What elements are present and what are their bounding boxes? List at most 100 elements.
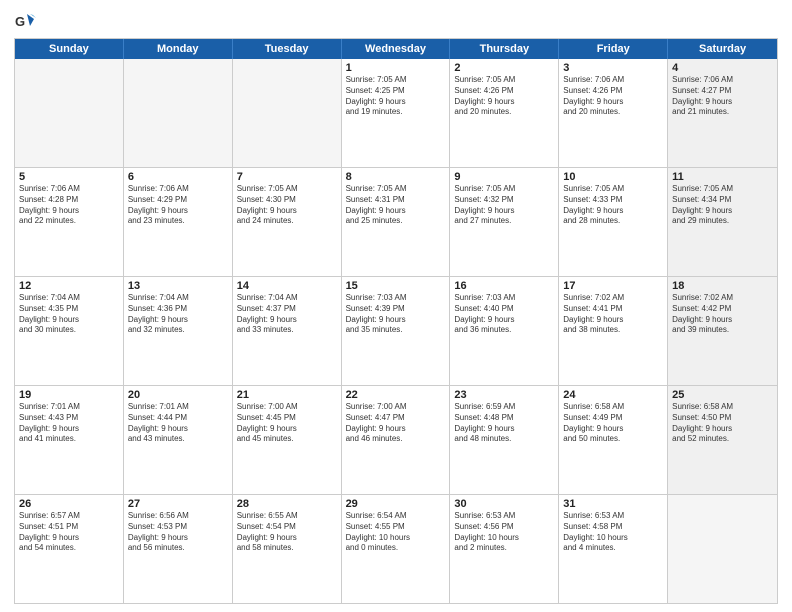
page-header: G (14, 10, 778, 32)
calendar-cell-26: 26Sunrise: 6:57 AM Sunset: 4:51 PM Dayli… (15, 495, 124, 603)
cell-info-text: Sunrise: 7:04 AM Sunset: 4:35 PM Dayligh… (19, 293, 119, 336)
cell-info-text: Sunrise: 7:05 AM Sunset: 4:25 PM Dayligh… (346, 75, 446, 118)
calendar-cell-22: 22Sunrise: 7:00 AM Sunset: 4:47 PM Dayli… (342, 386, 451, 494)
day-number: 18 (672, 280, 773, 292)
day-number: 10 (563, 171, 663, 183)
day-number: 22 (346, 389, 446, 401)
day-number: 8 (346, 171, 446, 183)
cell-info-text: Sunrise: 7:06 AM Sunset: 4:27 PM Dayligh… (672, 75, 773, 118)
cell-info-text: Sunrise: 7:02 AM Sunset: 4:42 PM Dayligh… (672, 293, 773, 336)
cell-info-text: Sunrise: 7:05 AM Sunset: 4:30 PM Dayligh… (237, 184, 337, 227)
cell-info-text: Sunrise: 7:03 AM Sunset: 4:40 PM Dayligh… (454, 293, 554, 336)
calendar-cell-29: 29Sunrise: 6:54 AM Sunset: 4:55 PM Dayli… (342, 495, 451, 603)
calendar-cell-3: 3Sunrise: 7:06 AM Sunset: 4:26 PM Daylig… (559, 59, 668, 167)
calendar-cell-empty-4-6 (668, 495, 777, 603)
day-number: 23 (454, 389, 554, 401)
cell-info-text: Sunrise: 6:54 AM Sunset: 4:55 PM Dayligh… (346, 511, 446, 554)
calendar-cell-4: 4Sunrise: 7:06 AM Sunset: 4:27 PM Daylig… (668, 59, 777, 167)
calendar-cell-12: 12Sunrise: 7:04 AM Sunset: 4:35 PM Dayli… (15, 277, 124, 385)
cell-info-text: Sunrise: 6:56 AM Sunset: 4:53 PM Dayligh… (128, 511, 228, 554)
calendar-cell-23: 23Sunrise: 6:59 AM Sunset: 4:48 PM Dayli… (450, 386, 559, 494)
cell-info-text: Sunrise: 7:05 AM Sunset: 4:33 PM Dayligh… (563, 184, 663, 227)
cell-info-text: Sunrise: 7:04 AM Sunset: 4:37 PM Dayligh… (237, 293, 337, 336)
day-number: 12 (19, 280, 119, 292)
day-number: 29 (346, 498, 446, 510)
day-number: 2 (454, 62, 554, 74)
svg-text:G: G (15, 14, 25, 29)
weekday-header-monday: Monday (124, 39, 233, 59)
cell-info-text: Sunrise: 7:05 AM Sunset: 4:34 PM Dayligh… (672, 184, 773, 227)
calendar-cell-14: 14Sunrise: 7:04 AM Sunset: 4:37 PM Dayli… (233, 277, 342, 385)
calendar-row-3: 12Sunrise: 7:04 AM Sunset: 4:35 PM Dayli… (15, 277, 777, 386)
day-number: 26 (19, 498, 119, 510)
cell-info-text: Sunrise: 7:02 AM Sunset: 4:41 PM Dayligh… (563, 293, 663, 336)
cell-info-text: Sunrise: 6:53 AM Sunset: 4:58 PM Dayligh… (563, 511, 663, 554)
calendar-cell-8: 8Sunrise: 7:05 AM Sunset: 4:31 PM Daylig… (342, 168, 451, 276)
weekday-header-sunday: Sunday (15, 39, 124, 59)
cell-info-text: Sunrise: 7:05 AM Sunset: 4:31 PM Dayligh… (346, 184, 446, 227)
calendar-row-2: 5Sunrise: 7:06 AM Sunset: 4:28 PM Daylig… (15, 168, 777, 277)
cell-info-text: Sunrise: 6:53 AM Sunset: 4:56 PM Dayligh… (454, 511, 554, 554)
day-number: 28 (237, 498, 337, 510)
day-number: 16 (454, 280, 554, 292)
cell-info-text: Sunrise: 7:01 AM Sunset: 4:44 PM Dayligh… (128, 402, 228, 445)
day-number: 19 (19, 389, 119, 401)
day-number: 11 (672, 171, 773, 183)
calendar-cell-30: 30Sunrise: 6:53 AM Sunset: 4:56 PM Dayli… (450, 495, 559, 603)
day-number: 27 (128, 498, 228, 510)
day-number: 24 (563, 389, 663, 401)
day-number: 17 (563, 280, 663, 292)
weekday-header-saturday: Saturday (668, 39, 777, 59)
calendar: SundayMondayTuesdayWednesdayThursdayFrid… (14, 38, 778, 604)
calendar-cell-19: 19Sunrise: 7:01 AM Sunset: 4:43 PM Dayli… (15, 386, 124, 494)
day-number: 21 (237, 389, 337, 401)
logo-icon: G (14, 10, 36, 32)
calendar-header: SundayMondayTuesdayWednesdayThursdayFrid… (15, 39, 777, 59)
cell-info-text: Sunrise: 6:59 AM Sunset: 4:48 PM Dayligh… (454, 402, 554, 445)
cell-info-text: Sunrise: 7:03 AM Sunset: 4:39 PM Dayligh… (346, 293, 446, 336)
day-number: 14 (237, 280, 337, 292)
calendar-cell-empty-0-2 (233, 59, 342, 167)
day-number: 9 (454, 171, 554, 183)
calendar-cell-9: 9Sunrise: 7:05 AM Sunset: 4:32 PM Daylig… (450, 168, 559, 276)
day-number: 5 (19, 171, 119, 183)
cell-info-text: Sunrise: 7:01 AM Sunset: 4:43 PM Dayligh… (19, 402, 119, 445)
calendar-row-5: 26Sunrise: 6:57 AM Sunset: 4:51 PM Dayli… (15, 495, 777, 603)
calendar-cell-7: 7Sunrise: 7:05 AM Sunset: 4:30 PM Daylig… (233, 168, 342, 276)
calendar-cell-24: 24Sunrise: 6:58 AM Sunset: 4:49 PM Dayli… (559, 386, 668, 494)
cell-info-text: Sunrise: 7:06 AM Sunset: 4:26 PM Dayligh… (563, 75, 663, 118)
calendar-cell-15: 15Sunrise: 7:03 AM Sunset: 4:39 PM Dayli… (342, 277, 451, 385)
calendar-cell-18: 18Sunrise: 7:02 AM Sunset: 4:42 PM Dayli… (668, 277, 777, 385)
weekday-header-wednesday: Wednesday (342, 39, 451, 59)
calendar-cell-27: 27Sunrise: 6:56 AM Sunset: 4:53 PM Dayli… (124, 495, 233, 603)
calendar-cell-10: 10Sunrise: 7:05 AM Sunset: 4:33 PM Dayli… (559, 168, 668, 276)
day-number: 7 (237, 171, 337, 183)
calendar-cell-21: 21Sunrise: 7:00 AM Sunset: 4:45 PM Dayli… (233, 386, 342, 494)
day-number: 31 (563, 498, 663, 510)
calendar-cell-6: 6Sunrise: 7:06 AM Sunset: 4:29 PM Daylig… (124, 168, 233, 276)
day-number: 30 (454, 498, 554, 510)
cell-info-text: Sunrise: 6:58 AM Sunset: 4:50 PM Dayligh… (672, 402, 773, 445)
calendar-cell-20: 20Sunrise: 7:01 AM Sunset: 4:44 PM Dayli… (124, 386, 233, 494)
calendar-cell-11: 11Sunrise: 7:05 AM Sunset: 4:34 PM Dayli… (668, 168, 777, 276)
cell-info-text: Sunrise: 7:06 AM Sunset: 4:29 PM Dayligh… (128, 184, 228, 227)
calendar-cell-5: 5Sunrise: 7:06 AM Sunset: 4:28 PM Daylig… (15, 168, 124, 276)
day-number: 15 (346, 280, 446, 292)
calendar-cell-2: 2Sunrise: 7:05 AM Sunset: 4:26 PM Daylig… (450, 59, 559, 167)
day-number: 4 (672, 62, 773, 74)
cell-info-text: Sunrise: 7:05 AM Sunset: 4:26 PM Dayligh… (454, 75, 554, 118)
calendar-cell-31: 31Sunrise: 6:53 AM Sunset: 4:58 PM Dayli… (559, 495, 668, 603)
cell-info-text: Sunrise: 6:58 AM Sunset: 4:49 PM Dayligh… (563, 402, 663, 445)
weekday-header-friday: Friday (559, 39, 668, 59)
day-number: 1 (346, 62, 446, 74)
cell-info-text: Sunrise: 7:00 AM Sunset: 4:45 PM Dayligh… (237, 402, 337, 445)
calendar-cell-empty-0-0 (15, 59, 124, 167)
day-number: 20 (128, 389, 228, 401)
calendar-row-1: 1Sunrise: 7:05 AM Sunset: 4:25 PM Daylig… (15, 59, 777, 168)
calendar-row-4: 19Sunrise: 7:01 AM Sunset: 4:43 PM Dayli… (15, 386, 777, 495)
day-number: 6 (128, 171, 228, 183)
calendar-cell-25: 25Sunrise: 6:58 AM Sunset: 4:50 PM Dayli… (668, 386, 777, 494)
cell-info-text: Sunrise: 6:55 AM Sunset: 4:54 PM Dayligh… (237, 511, 337, 554)
day-number: 3 (563, 62, 663, 74)
cell-info-text: Sunrise: 6:57 AM Sunset: 4:51 PM Dayligh… (19, 511, 119, 554)
